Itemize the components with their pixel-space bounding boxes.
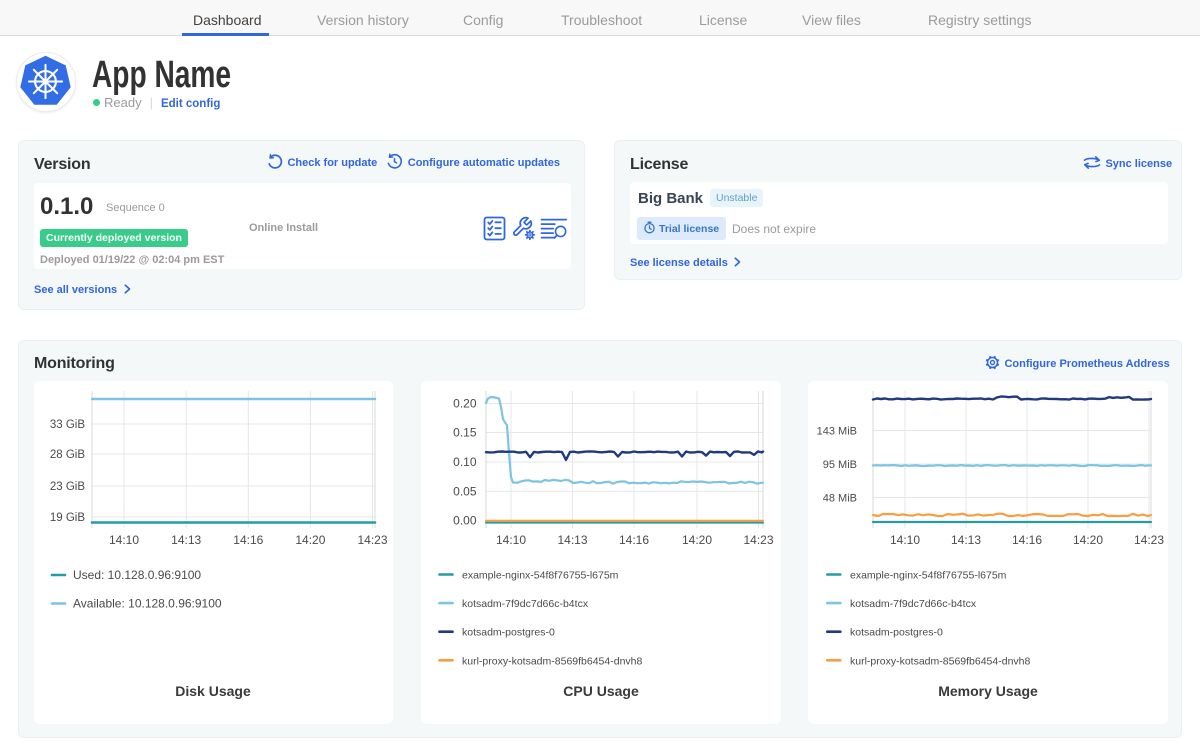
svg-text:kurl-proxy-kotsadm-8569fb6454-: kurl-proxy-kotsadm-8569fb6454-dnvh8 xyxy=(462,655,643,667)
svg-text:14:23: 14:23 xyxy=(743,533,773,547)
svg-text:23 GiB: 23 GiB xyxy=(50,481,85,493)
svg-text:Disk Usage: Disk Usage xyxy=(175,683,251,699)
svg-text:33 GiB: 33 GiB xyxy=(50,419,85,431)
svg-text:example-nginx-54f8f76755-l675m: example-nginx-54f8f76755-l675m xyxy=(850,570,1007,582)
svg-text:kotsadm-postgres-0: kotsadm-postgres-0 xyxy=(850,627,943,639)
svg-text:example-nginx-54f8f76755-l675m: example-nginx-54f8f76755-l675m xyxy=(462,570,619,582)
svg-text:14:20: 14:20 xyxy=(295,533,325,547)
svg-text:kotsadm-7f9dc7d66c-b4tcx: kotsadm-7f9dc7d66c-b4tcx xyxy=(850,598,977,610)
svg-text:Memory Usage: Memory Usage xyxy=(938,683,1038,699)
svg-text:14:16: 14:16 xyxy=(233,533,263,547)
svg-text:14:13: 14:13 xyxy=(557,533,587,547)
svg-text:28 GiB: 28 GiB xyxy=(50,449,85,461)
svg-text:0.20: 0.20 xyxy=(453,397,477,411)
svg-text:0.00: 0.00 xyxy=(453,514,477,528)
svg-text:95 MiB: 95 MiB xyxy=(823,459,857,471)
svg-text:19 GiB: 19 GiB xyxy=(50,512,85,524)
svg-text:143 MiB: 143 MiB xyxy=(817,426,857,438)
svg-text:Available: 10.128.0.96:9100: Available: 10.128.0.96:9100 xyxy=(73,597,222,611)
svg-text:kotsadm-postgres-0: kotsadm-postgres-0 xyxy=(462,627,555,639)
svg-text:14:20: 14:20 xyxy=(682,533,712,547)
svg-text:kotsadm-7f9dc7d66c-b4tcx: kotsadm-7f9dc7d66c-b4tcx xyxy=(462,598,589,610)
svg-text:Used: 10.128.0.96:9100: Used: 10.128.0.96:9100 xyxy=(73,568,201,582)
svg-text:0.10: 0.10 xyxy=(453,455,477,469)
svg-text:0.05: 0.05 xyxy=(453,484,477,498)
svg-text:14:13: 14:13 xyxy=(951,533,981,547)
svg-text:14:10: 14:10 xyxy=(109,533,139,547)
svg-text:14:23: 14:23 xyxy=(1134,533,1164,547)
svg-text:14:16: 14:16 xyxy=(619,533,649,547)
svg-text:14:13: 14:13 xyxy=(171,533,201,547)
svg-text:14:10: 14:10 xyxy=(890,533,920,547)
svg-text:kurl-proxy-kotsadm-8569fb6454-: kurl-proxy-kotsadm-8569fb6454-dnvh8 xyxy=(850,655,1031,667)
svg-text:CPU Usage: CPU Usage xyxy=(563,683,639,699)
svg-text:0.15: 0.15 xyxy=(453,426,477,440)
svg-text:14:23: 14:23 xyxy=(357,533,387,547)
svg-text:48 MiB: 48 MiB xyxy=(823,493,857,505)
svg-text:14:10: 14:10 xyxy=(496,533,526,547)
svg-text:14:16: 14:16 xyxy=(1012,533,1042,547)
svg-text:14:20: 14:20 xyxy=(1073,533,1103,547)
